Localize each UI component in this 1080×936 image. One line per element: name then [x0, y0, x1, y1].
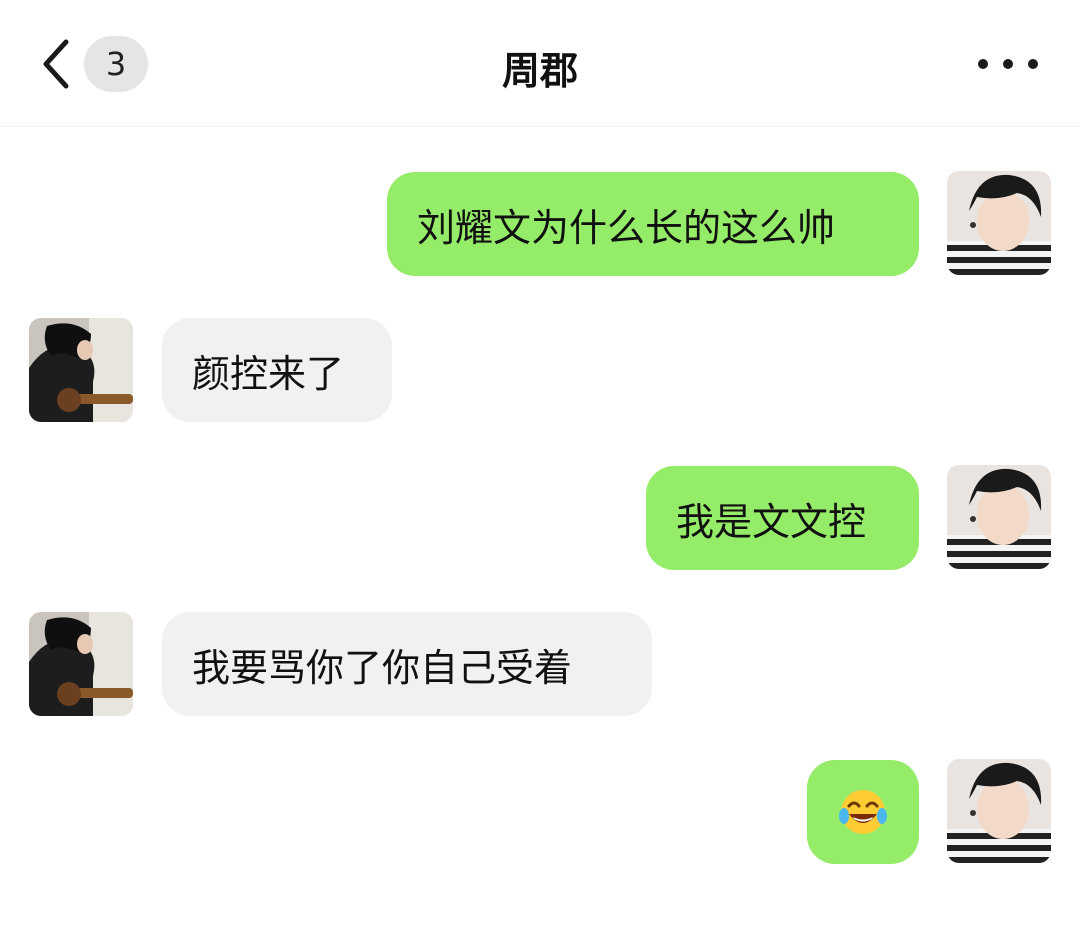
contact-avatar[interactable]: [29, 318, 133, 422]
message-bubble-sent[interactable]: 我是文文控: [646, 466, 919, 570]
more-options-button[interactable]: [978, 44, 1038, 84]
my-avatar[interactable]: [947, 465, 1051, 569]
message-bubble-received[interactable]: 颜控来了: [162, 318, 392, 422]
message-bubble-sent[interactable]: 刘耀文为什么长的这么帅: [387, 172, 919, 276]
message-bubble-received[interactable]: 我要骂你了你自己受着: [162, 612, 652, 716]
chat-header: 3 周郡: [0, 0, 1080, 127]
chat-screen: 3 周郡 刘耀文为什么长的这么帅 颜控来了 我是文文控 我要骂你了你自己受着: [0, 0, 1080, 936]
my-avatar[interactable]: [947, 171, 1051, 275]
laughing-with-tears-emoji: [839, 790, 887, 834]
my-avatar[interactable]: [947, 759, 1051, 863]
message-bubble-sent-emoji[interactable]: [807, 760, 919, 864]
contact-avatar[interactable]: [29, 612, 133, 716]
chat-title: 周郡: [501, 49, 578, 93]
more-horizontal-icon: [978, 59, 988, 69]
